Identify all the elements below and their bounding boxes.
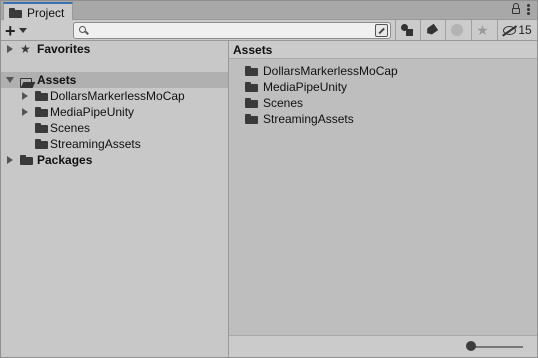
breadcrumb: Assets — [229, 41, 537, 59]
plus-icon: + — [5, 20, 16, 41]
folder-icon — [35, 91, 48, 101]
star-icon: ★ — [476, 22, 489, 38]
filter-by-label-button[interactable] — [420, 20, 442, 40]
filter-by-type-button[interactable] — [395, 20, 417, 40]
tree-item-label: Assets — [37, 73, 77, 87]
list-item-label: StreamingAssets — [263, 112, 354, 126]
tree-item-label: Scenes — [50, 121, 91, 135]
tab-project[interactable]: Project — [3, 2, 73, 21]
star-icon: ★ — [20, 42, 31, 56]
list-item[interactable]: StreamingAssets — [245, 111, 354, 127]
status-bar — [229, 335, 537, 357]
create-button[interactable]: + — [5, 20, 35, 41]
list-item-label: MediaPipeUnity — [263, 80, 348, 94]
folder-icon — [245, 66, 258, 76]
tab-bar: Project — [1, 1, 537, 21]
folder-icon — [35, 139, 48, 149]
tree-item-dollarsmarkerlessmocap[interactable]: DollarsMarkerlessMoCap — [1, 88, 228, 104]
folder-icon — [9, 7, 22, 18]
tree-item-streamingassets[interactable]: StreamingAssets — [1, 136, 228, 152]
list-item[interactable]: DollarsMarkerlessMoCap — [245, 63, 398, 79]
lock-icon[interactable] — [511, 3, 521, 15]
tab-actions — [511, 3, 531, 15]
breadcrumb-item-assets[interactable]: Assets — [233, 43, 272, 57]
folder-icon — [245, 82, 258, 92]
chevron-right-icon[interactable] — [22, 108, 28, 116]
project-window: Project + ★ 15 ★ Favorites Assets Dollar… — [0, 0, 538, 358]
tree-item-label: StreamingAssets — [50, 137, 141, 151]
tree-item-scenes[interactable]: Scenes — [1, 120, 228, 136]
folder-icon — [35, 123, 48, 133]
log-icon — [450, 24, 463, 36]
icon-size-slider-thumb[interactable] — [466, 341, 476, 351]
eye-slash-icon — [503, 25, 517, 35]
folder-icon — [245, 98, 258, 108]
search-icon — [79, 26, 86, 33]
tree-item-label: Favorites — [37, 42, 91, 56]
tree-item-favorites[interactable]: ★ Favorites — [1, 41, 228, 57]
icon-size-slider-track[interactable] — [471, 346, 523, 348]
search-input[interactable] — [92, 24, 362, 37]
folder-icon — [35, 107, 48, 117]
chevron-down-icon[interactable] — [6, 77, 14, 83]
chevron-right-icon[interactable] — [22, 92, 28, 100]
tree-item-label: DollarsMarkerlessMoCap — [50, 89, 185, 103]
list-item[interactable]: Scenes — [245, 95, 303, 111]
folder-icon — [20, 155, 33, 165]
hidden-packages-button[interactable]: 15 — [497, 20, 537, 40]
filter-by-log-button[interactable] — [445, 20, 467, 40]
tree-item-packages[interactable]: Packages — [1, 152, 228, 168]
hidden-packages-count: 15 — [518, 23, 532, 37]
tree-item-mediapipeunity[interactable]: MediaPipeUnity — [1, 104, 228, 120]
asset-list-pane: Assets DollarsMarkerlessMoCap MediaPipeU… — [229, 41, 537, 335]
tag-icon — [425, 24, 439, 37]
folder-open-icon — [20, 78, 36, 88]
list-item-label: Scenes — [263, 96, 304, 110]
tab-label: Project — [27, 5, 65, 20]
kebab-menu-icon[interactable] — [527, 3, 531, 15]
tree-item-label: Packages — [37, 153, 93, 167]
chevron-right-icon[interactable] — [7, 45, 13, 53]
chevron-down-icon — [18, 28, 27, 33]
folder-icon — [245, 114, 258, 124]
search-field[interactable] — [73, 22, 391, 39]
tree-item-label: MediaPipeUnity — [50, 105, 135, 119]
toolbar: + ★ 15 — [1, 20, 537, 41]
shapes-icon — [400, 24, 413, 36]
chevron-right-icon[interactable] — [7, 156, 13, 164]
favorites-button[interactable]: ★ — [471, 20, 493, 40]
search-by-type-icon[interactable] — [375, 24, 388, 37]
list-item[interactable]: MediaPipeUnity — [245, 79, 347, 95]
list-item-label: DollarsMarkerlessMoCap — [263, 64, 398, 78]
tree-item-assets[interactable]: Assets — [1, 72, 228, 88]
folder-tree: ★ Favorites Assets DollarsMarkerlessMoCa… — [1, 41, 228, 357]
